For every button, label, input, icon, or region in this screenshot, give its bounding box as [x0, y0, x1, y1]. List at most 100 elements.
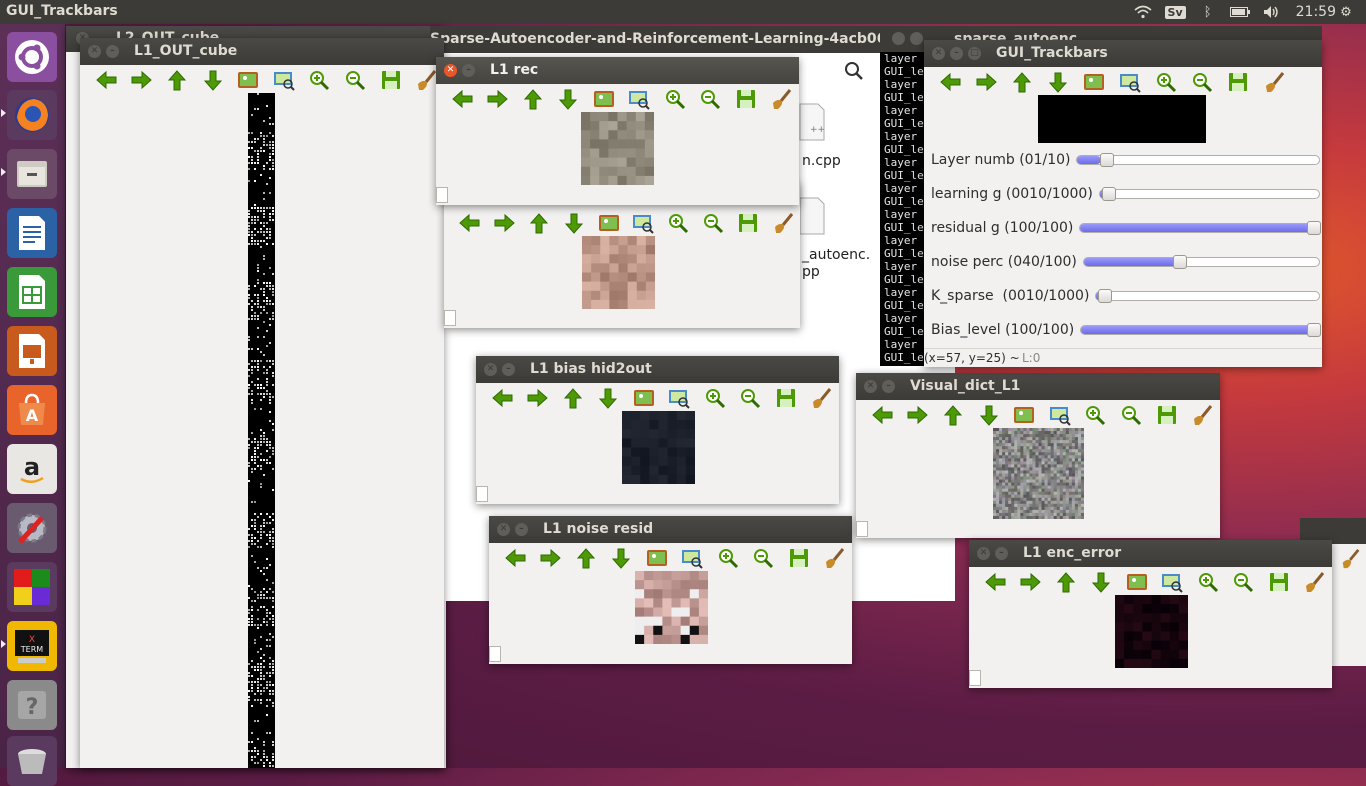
zoom-fit-icon[interactable] [1112, 69, 1148, 95]
titlebar[interactable]: ✕ – L1 rec [436, 57, 799, 84]
titlebar[interactable]: ✕ – □ GUI_Trackbars [924, 40, 1322, 67]
arrow-left-icon[interactable] [452, 210, 487, 236]
trackbar-slider[interactable] [1099, 187, 1320, 201]
file-label[interactable]: pp [802, 264, 820, 280]
arrow-down-icon[interactable] [1040, 69, 1076, 95]
close-button[interactable]: ✕ [864, 380, 877, 393]
power-gear-icon[interactable]: ⚙ [1336, 4, 1356, 20]
files-icon[interactable] [7, 149, 57, 199]
trackbar-slider[interactable] [1076, 153, 1320, 167]
zoom-in-icon[interactable] [661, 210, 696, 236]
image-icon[interactable] [626, 385, 662, 411]
ubuntu-dash-icon[interactable] [7, 32, 57, 82]
close-button[interactable]: ✕ [977, 547, 990, 560]
trackbar-handle[interactable] [1098, 289, 1113, 303]
zoom-fit-icon[interactable] [1155, 569, 1191, 595]
arrow-up-icon[interactable] [568, 545, 604, 571]
image-icon[interactable] [639, 545, 675, 571]
zoom-out-icon[interactable] [696, 210, 731, 236]
image-icon[interactable] [586, 86, 622, 112]
arrow-left-icon[interactable] [932, 69, 968, 95]
zoom-in-icon[interactable] [1078, 402, 1114, 428]
titlebar[interactable]: ✕ – L1_OUT_cube [80, 38, 444, 65]
image-icon[interactable] [591, 210, 626, 236]
wifi-icon[interactable] [1133, 4, 1153, 20]
brush-icon[interactable] [1184, 402, 1220, 428]
image-icon[interactable] [1006, 402, 1042, 428]
arrow-left-icon[interactable] [88, 67, 124, 93]
zoom-out-icon[interactable] [746, 545, 782, 571]
arrow-right-icon[interactable] [520, 385, 556, 411]
amazon-icon[interactable]: a [7, 444, 57, 494]
scroll-handle[interactable] [444, 310, 456, 326]
arrow-up-icon[interactable] [555, 385, 591, 411]
brush-icon[interactable] [1297, 569, 1333, 595]
zoom-in-icon[interactable] [1148, 69, 1184, 95]
trackbar-handle[interactable] [1100, 153, 1114, 167]
keyboard-layout-indicator[interactable]: Sv [1164, 5, 1186, 19]
minimize-button[interactable]: – [950, 47, 963, 60]
firefox-icon[interactable] [7, 90, 57, 140]
arrow-up-icon[interactable] [1048, 569, 1084, 595]
scroll-handle[interactable] [489, 646, 501, 662]
titlebar[interactable]: ✕ – L1 noise resid [489, 516, 852, 543]
xterm-icon[interactable]: X TERM [7, 621, 57, 671]
arrow-right-icon[interactable] [968, 69, 1004, 95]
minimize-button[interactable]: – [106, 45, 119, 58]
scroll-handle[interactable] [969, 670, 981, 686]
save-icon[interactable] [373, 67, 409, 93]
zoom-fit-icon[interactable] [266, 67, 302, 93]
save-icon[interactable] [1220, 69, 1256, 95]
cpp-file-icon[interactable]: ++ [798, 102, 826, 142]
terminal-output[interactable]: layer GUI_le layer GUI_le layer GUI_le layer GU… [880, 52, 924, 366]
minimize-button[interactable]: – [502, 363, 515, 376]
zoom-out-icon[interactable] [693, 86, 729, 112]
writer-icon[interactable] [7, 208, 57, 258]
arrow-down-icon[interactable] [971, 402, 1007, 428]
volume-icon[interactable] [1262, 4, 1282, 20]
zoom-out-icon[interactable] [733, 385, 769, 411]
arrow-up-icon[interactable] [935, 402, 971, 428]
trackbar-handle[interactable] [1307, 221, 1321, 235]
zoom-in-icon[interactable] [710, 545, 746, 571]
arrow-left-icon[interactable] [977, 569, 1013, 595]
zoom-fit-icon[interactable] [675, 545, 711, 571]
zoom-fit-icon[interactable] [626, 210, 661, 236]
trackbar-slider[interactable] [1080, 323, 1321, 337]
arrow-down-icon[interactable] [591, 385, 627, 411]
battery-icon[interactable] [1229, 4, 1250, 20]
brush-icon[interactable] [804, 385, 840, 411]
brush-icon[interactable] [817, 545, 853, 571]
software-center-icon[interactable]: A [7, 385, 57, 435]
arrow-left-icon[interactable] [484, 385, 520, 411]
arrow-down-icon[interactable] [551, 86, 587, 112]
zoom-in-icon[interactable] [697, 385, 733, 411]
help-icon[interactable]: ? [7, 680, 57, 730]
impress-icon[interactable] [7, 326, 57, 376]
titlebar[interactable]: ✕ – Visual_dict_L1 [856, 373, 1220, 400]
close-button[interactable]: ✕ [932, 47, 945, 60]
arrow-right-icon[interactable] [900, 402, 936, 428]
maximize-button[interactable]: □ [968, 47, 981, 60]
arrow-left-icon[interactable] [444, 86, 480, 112]
zoom-out-icon[interactable] [1184, 69, 1220, 95]
zoom-fit-icon[interactable] [662, 385, 698, 411]
minimize-button[interactable]: – [882, 380, 895, 393]
arrow-left-icon[interactable] [497, 545, 533, 571]
clock[interactable]: 21:59 [1296, 4, 1336, 20]
close-button[interactable]: ✕ [484, 363, 497, 376]
arrow-down-icon[interactable] [195, 67, 231, 93]
scroll-handle[interactable] [476, 486, 488, 502]
bluetooth-icon[interactable]: ᛒ [1198, 4, 1218, 20]
arrow-down-icon[interactable] [556, 210, 591, 236]
arrow-up-icon[interactable] [515, 86, 551, 112]
scroll-handle[interactable] [856, 521, 868, 537]
close-button[interactable] [892, 32, 905, 45]
zoom-out-icon[interactable] [1113, 402, 1149, 428]
trackbar-handle[interactable] [1102, 187, 1117, 201]
arrow-up-icon[interactable] [522, 210, 557, 236]
scroll-handle[interactable] [436, 187, 448, 203]
search-icon[interactable] [844, 61, 870, 87]
brush-icon[interactable] [764, 86, 800, 112]
arrow-up-icon[interactable] [1004, 69, 1040, 95]
